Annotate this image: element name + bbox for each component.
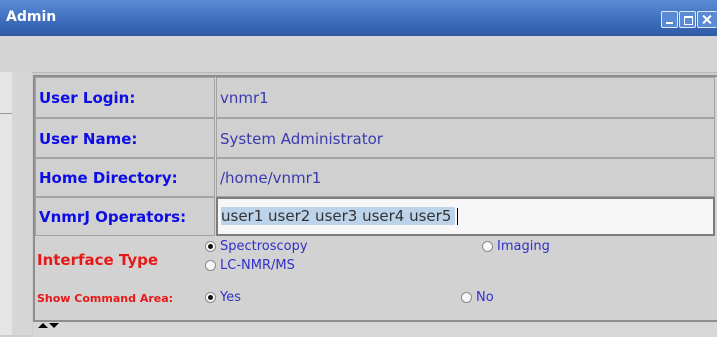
home-directory-label: Home Directory: xyxy=(35,158,215,197)
radio-selected-icon xyxy=(205,292,216,303)
user-login-field[interactable]: vnmr1 xyxy=(216,77,715,118)
minimize-icon[interactable] xyxy=(661,11,678,28)
radio-imaging[interactable]: Imaging xyxy=(482,239,550,254)
user-login-label: User Login: xyxy=(35,77,215,118)
home-directory-field[interactable]: /home/vnmr1 xyxy=(216,158,715,197)
maximize-icon[interactable] xyxy=(679,11,696,28)
admin-form-panel: User Login: vnmr1 User Name: System Admi… xyxy=(33,75,717,335)
radio-no[interactable]: No xyxy=(461,290,494,305)
text-caret xyxy=(457,208,459,225)
radio-unselected-icon xyxy=(205,260,216,271)
radio-yes-label: Yes xyxy=(220,290,241,305)
bottom-split-bar[interactable] xyxy=(33,320,717,337)
operators-value: user1 user2 user3 user4 user5 xyxy=(221,207,456,225)
radio-lc-nmr-ms-label: LC-NMR/MS xyxy=(220,258,295,273)
radio-no-label: No xyxy=(476,290,494,305)
left-pane-divider xyxy=(0,113,12,114)
expand-down-icon[interactable] xyxy=(49,323,59,328)
radio-imaging-label: Imaging xyxy=(497,239,550,254)
user-name-field[interactable]: System Administrator xyxy=(216,118,715,158)
operators-field[interactable]: user1 user2 user3 user4 user5 xyxy=(216,197,715,236)
radio-lc-nmr-ms[interactable]: LC-NMR/MS xyxy=(205,258,295,273)
radio-selected-icon xyxy=(205,241,216,252)
radio-spectroscopy-label: Spectroscopy xyxy=(220,239,308,254)
close-icon[interactable] xyxy=(697,11,717,28)
split-divider[interactable] xyxy=(12,72,38,335)
interface-type-label: Interface Type xyxy=(37,251,159,269)
radio-unselected-icon xyxy=(482,241,493,252)
collapse-up-icon[interactable] xyxy=(38,323,48,328)
user-name-label: User Name: xyxy=(35,118,215,158)
radio-spectroscopy[interactable]: Spectroscopy xyxy=(205,239,308,254)
operators-label: VnmrJ Operators: xyxy=(35,197,215,236)
radio-yes[interactable]: Yes xyxy=(205,290,241,305)
title-bar: Admin xyxy=(0,0,717,36)
toolbar-area xyxy=(0,36,717,73)
show-command-area-label: Show Command Area: xyxy=(37,292,174,305)
radio-unselected-icon xyxy=(461,292,472,303)
window-title: Admin xyxy=(6,9,57,25)
